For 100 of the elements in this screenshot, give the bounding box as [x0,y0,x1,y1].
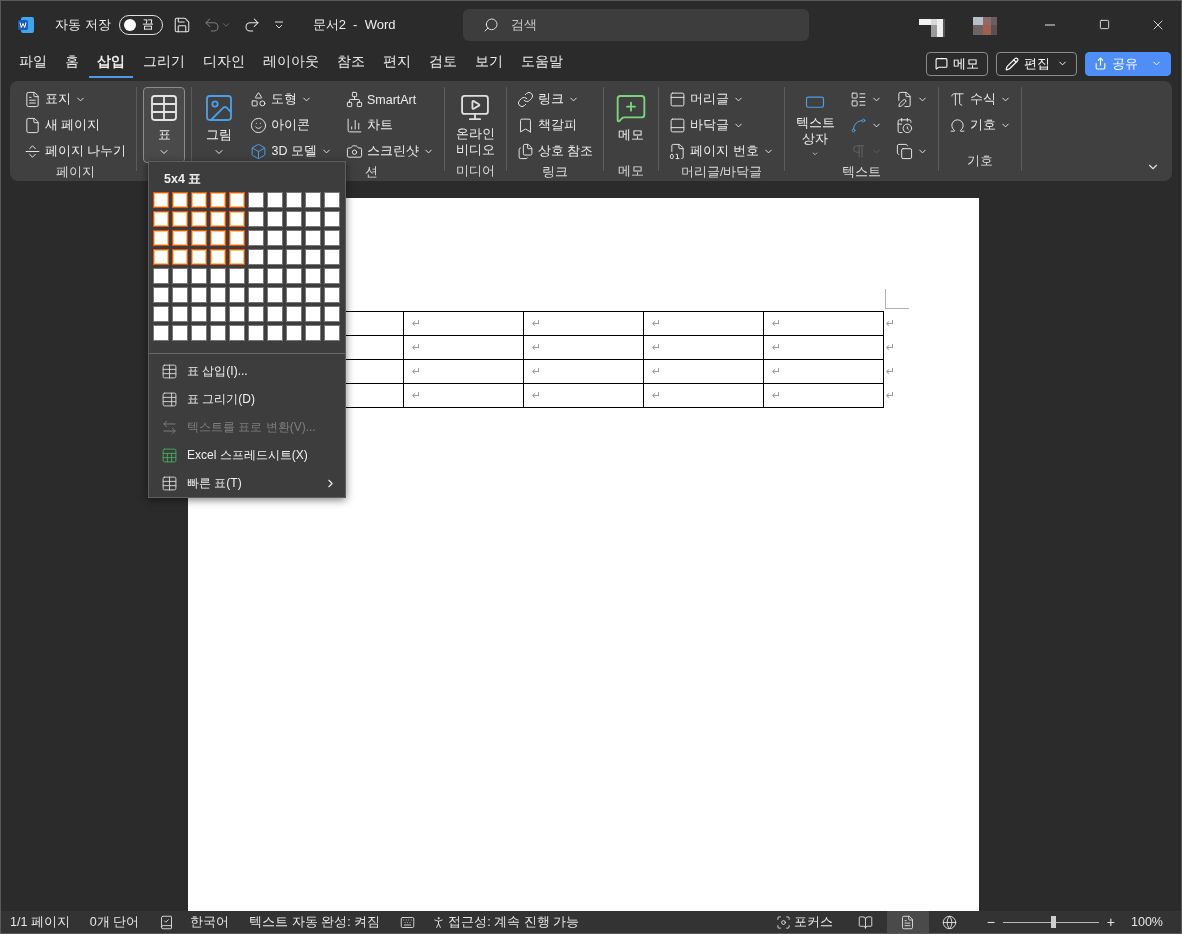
grid-cell[interactable] [191,192,207,208]
grid-cell[interactable] [305,306,321,322]
ribbon-button[interactable]: 메모 [610,87,653,163]
grid-cell[interactable] [191,287,207,303]
grid-cell[interactable] [172,211,188,227]
menu-item[interactable]: Excel 스프레드시트(X) [149,441,345,469]
grid-cell[interactable] [191,325,207,341]
grid-cell[interactable] [172,306,188,322]
grid-cell[interactable] [210,211,226,227]
ribbon-tab[interactable]: 도움말 [513,49,571,78]
grid-cell[interactable] [229,211,245,227]
grid-cell[interactable] [229,249,245,265]
grid-cell[interactable] [305,192,321,208]
grid-cell[interactable] [153,325,169,341]
grid-cell[interactable] [305,287,321,303]
grid-cell[interactable] [248,268,264,284]
grid-cell[interactable] [153,192,169,208]
ribbon-button[interactable]: 3D 모델 [246,139,336,164]
grid-cell[interactable] [210,249,226,265]
grid-cell[interactable] [286,268,302,284]
grid-cell[interactable] [172,325,188,341]
grid-cell[interactable] [286,211,302,227]
grid-cell[interactable] [267,211,283,227]
zoom-in-button[interactable]: + [1100,914,1121,930]
ribbon-button[interactable]: 페이지 나누기 [20,139,131,164]
ribbon-button[interactable]: 온라인 비디오 [450,87,500,163]
grid-cell[interactable] [172,287,188,303]
ribbon-tab[interactable]: 참조 [329,49,373,78]
proofing-button[interactable] [159,914,175,930]
ribbon-button[interactable]: 책갈피 [512,113,598,138]
grid-cell[interactable] [286,325,302,341]
grid-cell[interactable] [286,249,302,265]
grid-cell[interactable] [324,230,340,246]
grid-cell[interactable] [267,249,283,265]
grid-cell[interactable] [305,325,321,341]
grid-cell[interactable] [229,287,245,303]
ribbon-button[interactable]: 도형 [246,87,336,112]
slider-thumb[interactable] [1050,916,1056,928]
grid-cell[interactable] [305,230,321,246]
grid-cell[interactable] [229,325,245,341]
grid-cell[interactable] [172,192,188,208]
print-layout-button[interactable] [886,911,929,933]
grid-cell[interactable] [153,306,169,322]
ribbon-button[interactable]: 수식 [944,87,1015,112]
ribbon-button[interactable]: 기호 [944,113,1015,138]
grid-cell[interactable] [324,287,340,303]
grid-cell[interactable] [210,325,226,341]
grid-cell[interactable] [248,192,264,208]
ribbon-tab[interactable]: 보기 [467,49,511,78]
grid-cell[interactable] [286,192,302,208]
ribbon-button[interactable]: 상호 참조 [512,139,598,164]
grid-cell[interactable] [153,268,169,284]
grid-cell[interactable] [229,306,245,322]
comments-button[interactable]: 메모 [926,51,988,76]
ribbon-tab[interactable]: 파일 [11,49,55,78]
grid-cell[interactable] [153,287,169,303]
ribbon-button[interactable]: 텍스트 상자 [790,87,840,163]
grid-cell[interactable] [324,249,340,265]
ribbon-button[interactable]: 차트 [341,113,438,138]
zoom-out-button[interactable]: − [980,914,1001,930]
grid-cell[interactable] [210,287,226,303]
grid-cell[interactable] [172,249,188,265]
grid-cell[interactable] [324,325,340,341]
ribbon-button[interactable]: SmartArt [341,87,438,112]
grid-cell[interactable] [248,249,264,265]
grid-cell[interactable] [191,306,207,322]
menu-item[interactable]: 빠른 표(T) [149,469,345,497]
menu-item[interactable]: 표 그리기(D) [149,385,345,413]
grid-cell[interactable] [210,192,226,208]
ribbon-tab[interactable]: 검토 [421,49,465,78]
grid-cell[interactable] [210,306,226,322]
grid-cell[interactable] [305,249,321,265]
grid-cell[interactable] [248,211,264,227]
grid-cell[interactable] [286,287,302,303]
grid-cell[interactable] [229,230,245,246]
ribbon-tab[interactable]: 삽입 [89,49,133,78]
grid-cell[interactable] [153,211,169,227]
ribbon-button[interactable]: 페이지 번호 [665,139,778,164]
ribbon-button[interactable]: 표 [143,87,186,163]
grid-cell[interactable] [210,230,226,246]
grid-cell[interactable] [248,306,264,322]
ribbon-tab[interactable]: 레이아웃 [255,49,327,78]
search-field[interactable]: 검색 [463,8,810,41]
ribbon-button[interactable]: 스크린샷 [341,139,438,164]
grid-cell[interactable] [191,211,207,227]
grid-cell[interactable] [305,268,321,284]
grid-cell[interactable] [191,230,207,246]
grid-cell[interactable] [267,268,283,284]
grid-cell[interactable] [248,287,264,303]
ribbon-button[interactable]: 바닥글 [665,113,778,138]
ribbon-tab[interactable]: 홈 [57,49,87,78]
ribbon-tab[interactable]: 디자인 [195,49,253,78]
grid-cell[interactable] [191,249,207,265]
grid-cell[interactable] [324,192,340,208]
grid-cell[interactable] [267,306,283,322]
grid-cell[interactable] [248,230,264,246]
ribbon-tab[interactable]: 편지 [375,49,419,78]
editing-mode-button[interactable]: 편집 [996,51,1077,76]
grid-cell[interactable] [267,230,283,246]
grid-cell[interactable] [172,268,188,284]
